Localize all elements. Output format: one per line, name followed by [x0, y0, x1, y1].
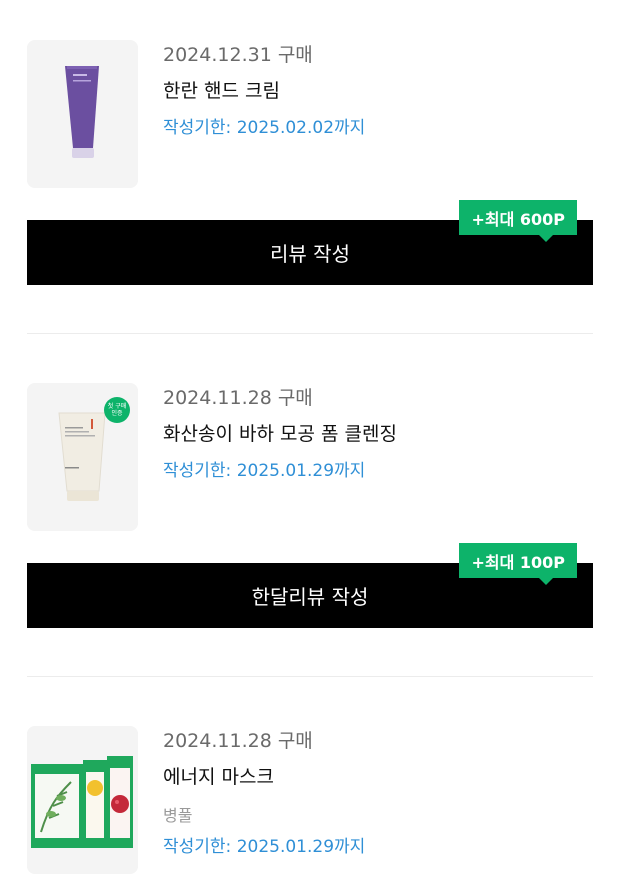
- order-item: 2024.12.31 구매 한란 핸드 크림 작성기한: 2025.02.02까…: [0, 0, 617, 320]
- purchase-date: 2024.11.28 구매: [163, 730, 313, 752]
- product-name[interactable]: 에너지 마스크: [163, 762, 274, 789]
- sheet-mask-pack-icon: [27, 726, 138, 874]
- product-image-foam-cleansing[interactable]: 첫 구매 인증: [27, 383, 138, 531]
- purchase-date: 2024.12.31 구매: [163, 44, 313, 66]
- first-purchase-badge: 첫 구매 인증: [104, 397, 130, 423]
- review-deadline: 작성기한: 2025.02.02까지: [163, 118, 366, 138]
- product-image-energy-mask[interactable]: [27, 726, 138, 874]
- divider: [27, 676, 593, 677]
- max-points-badge: +최대 600P: [459, 200, 577, 242]
- review-deadline: 작성기한: 2025.01.29까지: [163, 837, 366, 857]
- order-item: 첫 구매 인증 2024.11.28 구매 화산송이 바하 모공 폼 클렌징 작…: [0, 343, 617, 663]
- product-name[interactable]: 화산송이 바하 모공 폼 클렌징: [163, 419, 397, 446]
- divider: [27, 333, 593, 334]
- product-name[interactable]: 한란 핸드 크림: [163, 76, 280, 103]
- order-item: 2024.11.28 구매 에너지 마스크 병풀 작성기한: 2025.01.2…: [0, 686, 617, 874]
- max-points-badge: +최대 100P: [459, 543, 577, 585]
- product-image-hand-cream[interactable]: [27, 40, 138, 188]
- purchase-date: 2024.11.28 구매: [163, 387, 313, 409]
- review-deadline: 작성기한: 2025.01.29까지: [163, 461, 366, 481]
- product-option: 병풀: [163, 806, 193, 825]
- hand-cream-tube-icon: [27, 40, 138, 188]
